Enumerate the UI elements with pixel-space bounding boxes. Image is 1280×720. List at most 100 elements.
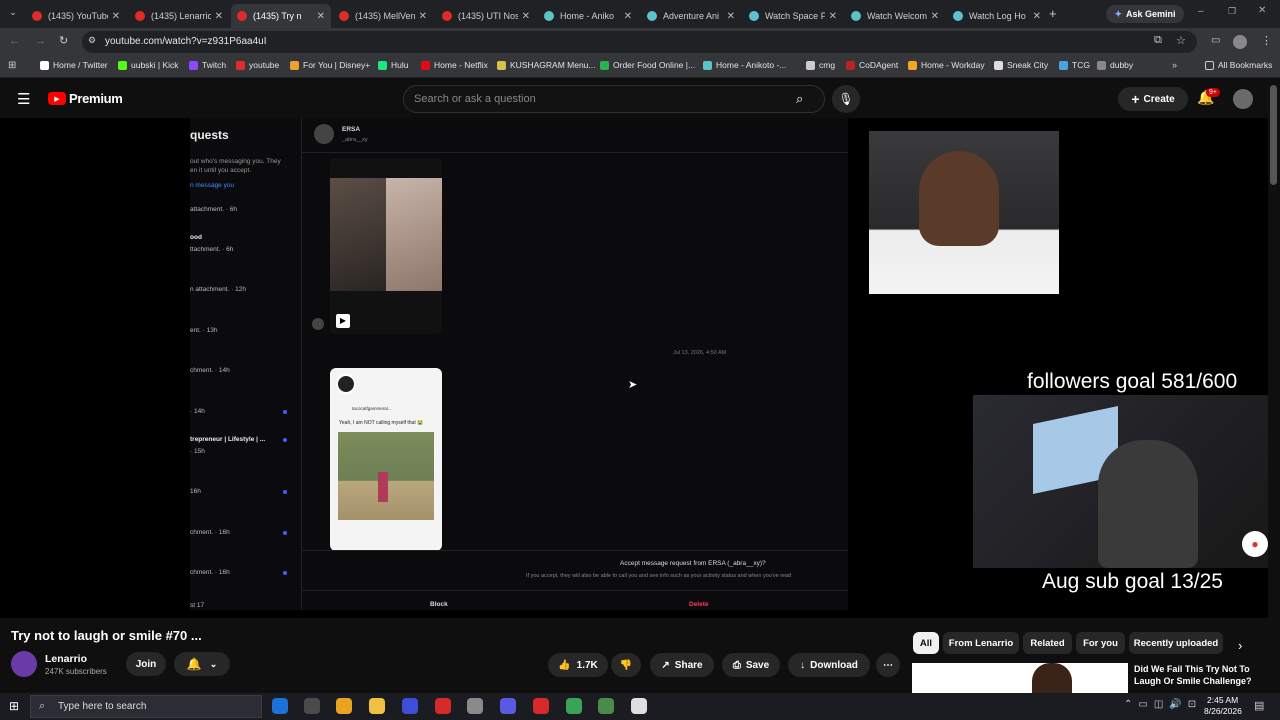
clock-time[interactable]: 2:45 AM	[1207, 695, 1238, 705]
chrome-alt-icon[interactable]	[598, 698, 614, 714]
dislike-button[interactable]: 👎	[611, 653, 641, 677]
bookmark-item[interactable]: Home - Workday	[908, 60, 985, 70]
chips-next-icon[interactable]: ›	[1238, 638, 1242, 653]
bookmark-item[interactable]: TCG	[1059, 60, 1090, 70]
bookmark-star-icon[interactable]: ☆	[1176, 34, 1186, 47]
channel-avatar[interactable]	[11, 651, 37, 677]
join-button[interactable]: Join	[126, 652, 166, 676]
hamburger-menu-icon[interactable]: ☰	[17, 90, 30, 108]
bookmark-item[interactable]: Home - Anikoto -...	[703, 60, 786, 70]
taskbar-search[interactable]: ⌕ Type here to search	[30, 695, 262, 718]
filter-chip[interactable]: All	[913, 632, 939, 654]
bookmark-item[interactable]: Hulu	[378, 60, 408, 70]
close-tab-icon[interactable]: ✕	[522, 11, 530, 22]
clock-date[interactable]: 8/26/2026	[1204, 706, 1242, 716]
close-tab-icon[interactable]: ✕	[829, 11, 837, 22]
notification-center-icon[interactable]: ▤	[1254, 699, 1264, 712]
edge-icon[interactable]	[272, 698, 288, 714]
acrobat-icon[interactable]	[533, 698, 549, 714]
more-bookmarks-icon[interactable]: »	[1172, 60, 1177, 70]
filter-chip[interactable]: Recently uploaded	[1129, 632, 1223, 654]
chrome-icon[interactable]	[336, 698, 352, 714]
page-scrollbar[interactable]	[1270, 85, 1277, 185]
url-field[interactable]: ⚙ youtube.com/watch?v=z931P6aa4uI ⧉ ☆	[82, 31, 1197, 53]
close-window-button[interactable]: ✕	[1258, 5, 1266, 16]
browser-tab[interactable]: (1435) MellVen ✕	[333, 4, 433, 28]
tab-search-icon[interactable]: ⌄	[6, 7, 20, 21]
close-tab-icon[interactable]: ✕	[419, 11, 427, 22]
windows-start-icon[interactable]: ⊞	[9, 699, 19, 713]
bookmark-item[interactable]: Home - Netflix	[421, 60, 488, 70]
tray-icons[interactable]: ⌃▭◫🔊⊡	[1124, 699, 1202, 710]
bookmark-item[interactable]: Order Food Online |...	[600, 60, 695, 70]
save-button[interactable]: ⎙ Save	[722, 653, 780, 677]
browser-tab[interactable]: (1435) YouTube ✕	[26, 4, 126, 28]
ask-gemini-button[interactable]: ✦ Ask Gemini	[1106, 5, 1184, 23]
apps-icon[interactable]: ⊞	[8, 60, 16, 71]
bookmark-item[interactable]: For You | Disney+	[290, 60, 370, 70]
youtube-logo[interactable]: ▶ Premium	[48, 91, 123, 106]
search-input[interactable]: Search or ask a question ⌕	[403, 85, 825, 113]
steam-icon[interactable]	[500, 698, 516, 714]
browser-tab[interactable]: Adventure Ani ✕	[641, 4, 741, 28]
browser-tab[interactable]: Watch Space P ✕	[743, 4, 843, 28]
all-bookmarks[interactable]: All Bookmarks	[1205, 60, 1272, 70]
subscribed-button[interactable]: 🔔 ⌄	[174, 652, 230, 676]
bookmark-item[interactable]: Sneak City	[994, 60, 1048, 70]
browser-tab[interactable]: Watch Welcom ✕	[845, 4, 945, 28]
share-button[interactable]: ↗ Share	[650, 653, 714, 677]
menu-icon[interactable]: ⋮	[1261, 34, 1272, 47]
new-tab-button[interactable]: +	[1049, 6, 1057, 21]
close-tab-icon[interactable]: ✕	[317, 11, 325, 22]
bookmark-item[interactable]: youtube	[236, 60, 279, 70]
reload-icon[interactable]: ↻	[59, 34, 68, 47]
search-icon[interactable]: ⌕	[796, 91, 803, 107]
rec-thumbnail[interactable]	[912, 663, 1128, 695]
browser-tab[interactable]: Watch Log Ho ✕	[947, 4, 1047, 28]
forward-icon[interactable]: →	[35, 35, 46, 47]
bookmark-item[interactable]: uubski | Kick	[118, 60, 179, 70]
close-tab-icon[interactable]: ✕	[624, 11, 632, 22]
browser-tab[interactable]: (1435) UTI Nos ✕	[436, 4, 536, 28]
discord-icon[interactable]	[402, 698, 418, 714]
browser-tab[interactable]: Home - Aniko ✕	[538, 4, 638, 28]
install-icon[interactable]: ⧉	[1154, 34, 1162, 47]
chrome-profile-icon[interactable]	[566, 698, 582, 714]
browser-tab[interactable]: (1435) Try n ✕	[231, 4, 331, 28]
bookmark-item[interactable]: KUSHAGRAM Menu...	[497, 60, 596, 70]
back-icon[interactable]: ←	[9, 35, 20, 47]
like-button[interactable]: 👍 1.7K	[548, 653, 608, 677]
site-info-icon[interactable]: ⚙	[88, 35, 96, 46]
restore-button[interactable]: ❐	[1228, 6, 1236, 17]
more-actions-button[interactable]: ⋯	[876, 653, 900, 677]
minimize-button[interactable]: –	[1198, 6, 1204, 17]
rec-title[interactable]: Did We Fail This Try Not To Laugh Or Smi…	[1134, 663, 1254, 687]
filter-chip[interactable]: From Lenarrio	[943, 632, 1019, 654]
account-avatar[interactable]	[1233, 89, 1253, 109]
filter-chip[interactable]: Related	[1023, 632, 1072, 654]
clock-app-icon[interactable]	[631, 698, 647, 714]
close-tab-icon[interactable]: ✕	[727, 11, 735, 22]
channel-name[interactable]: Lenarrio	[45, 653, 87, 665]
cast-icon[interactable]: ▭	[1211, 35, 1220, 46]
file-explorer-icon[interactable]	[369, 698, 385, 714]
chat-app-icon[interactable]	[304, 698, 320, 714]
browser-tab[interactable]: (1435) Lenarrio ✕	[129, 4, 229, 28]
download-button[interactable]: ↓ Download	[788, 653, 870, 677]
close-tab-icon[interactable]: ✕	[112, 11, 120, 22]
video-player[interactable]: quests out who's messaging you. They en …	[0, 118, 1268, 618]
close-tab-icon[interactable]: ✕	[931, 11, 939, 22]
obs-icon[interactable]	[467, 698, 483, 714]
bookmark-item[interactable]: dubby	[1097, 60, 1133, 70]
filter-chip[interactable]: For you	[1076, 632, 1125, 654]
close-tab-icon[interactable]: ✕	[215, 11, 223, 22]
youtube-music-icon[interactable]	[435, 698, 451, 714]
close-tab-icon[interactable]: ✕	[1033, 11, 1041, 22]
voice-search-icon[interactable]: 🎙	[832, 85, 860, 113]
profile-avatar[interactable]	[1233, 35, 1247, 49]
bookmark-item[interactable]: Twitch	[189, 60, 226, 70]
bookmark-item[interactable]: CoDAgent	[846, 60, 898, 70]
bookmark-item[interactable]: cmg	[806, 60, 835, 70]
bookmark-item[interactable]: Home / Twitter	[40, 60, 108, 70]
create-button[interactable]: + Create	[1118, 87, 1188, 111]
